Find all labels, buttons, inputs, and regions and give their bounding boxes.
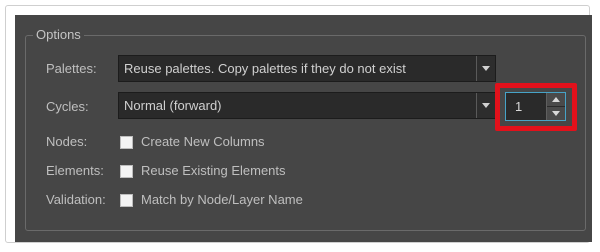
match-by-node-layer-name-option[interactable]: Match by Node/Layer Name (120, 192, 303, 208)
spin-down-button[interactable] (547, 106, 565, 120)
cycles-count-spinbox[interactable]: 1 (505, 92, 566, 121)
spin-up-button[interactable] (547, 93, 565, 106)
chevron-down-icon (482, 103, 490, 108)
reuse-existing-elements-label: Reuse Existing Elements (141, 163, 286, 178)
chevron-down-icon (482, 66, 490, 71)
match-by-node-layer-name-label: Match by Node/Layer Name (141, 192, 303, 207)
create-new-columns-label: Create New Columns (141, 134, 265, 149)
palettes-dropdown-button[interactable] (476, 56, 495, 81)
create-new-columns-checkbox[interactable] (120, 135, 133, 149)
cycles-label: Cycles: (46, 99, 89, 114)
chevron-down-icon (552, 111, 560, 116)
options-group-title: Options (33, 27, 84, 43)
cycles-count-value[interactable]: 1 (506, 93, 546, 120)
validation-label: Validation: (46, 192, 106, 207)
chevron-up-icon (552, 97, 560, 102)
match-by-node-layer-name-checkbox[interactable] (120, 193, 133, 207)
palettes-dropdown-value: Reuse palettes. Copy palettes if they do… (124, 61, 406, 76)
palettes-dropdown[interactable]: Reuse palettes. Copy palettes if they do… (118, 55, 496, 82)
cycles-dropdown-button[interactable] (476, 93, 495, 118)
cycles-dropdown-value: Normal (forward) (124, 98, 222, 113)
elements-label: Elements: (46, 163, 104, 178)
create-new-columns-option[interactable]: Create New Columns (120, 134, 265, 150)
spinbox-buttons (546, 93, 565, 120)
cycles-dropdown[interactable]: Normal (forward) (118, 92, 496, 119)
nodes-label: Nodes: (46, 134, 88, 149)
reuse-existing-elements-option[interactable]: Reuse Existing Elements (120, 163, 286, 179)
reuse-existing-elements-checkbox[interactable] (120, 164, 133, 178)
palettes-label: Palettes: (46, 61, 97, 76)
